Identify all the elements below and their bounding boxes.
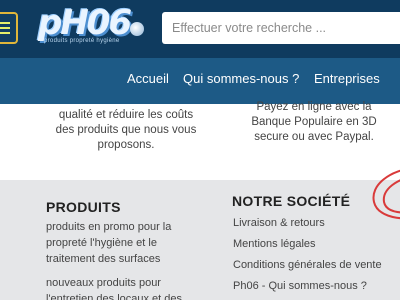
search-input[interactable] (172, 21, 400, 35)
menu-bar-icon (0, 22, 10, 24)
footer-text-line: produits en promo pour la (46, 221, 172, 233)
intro-left-text: qualité et réduire les coûts des produit… (40, 108, 212, 153)
footer-link-mentions-legales[interactable]: Mentions légales (233, 238, 316, 250)
intro-right-line: Banque Populaire en 3D (251, 116, 377, 128)
footer-heading-produits: PRODUITS (46, 199, 121, 215)
hamburger-menu-button[interactable] (0, 12, 18, 44)
intro-right-line: secure ou avec Paypal. (254, 131, 374, 143)
intro-left-line: des produits que nous vous (55, 124, 197, 136)
logo-bubble-icon (130, 22, 144, 36)
nav-item-entreprises[interactable]: Entreprises (314, 71, 380, 86)
footer-produits-promo-link[interactable]: produits en promo pour la propreté l'hyg… (46, 219, 216, 267)
menu-bar-icon (0, 32, 10, 34)
nav-item-qui-sommes-nous[interactable]: Qui sommes-nous ? (183, 71, 299, 86)
search-box[interactable] (162, 12, 400, 44)
site-logo[interactable]: pH06 produits propreté hygiène (38, 4, 148, 48)
footer-link-cgv[interactable]: Conditions générales de vente (233, 259, 382, 271)
intro-right-text: Payez en ligne avec la Banque Populaire … (236, 100, 392, 145)
logo-tagline: produits propreté hygiène (44, 38, 120, 44)
footer-link-livraison[interactable]: Livraison & retours (233, 217, 325, 229)
intro-right-line: Payez en ligne avec la (256, 101, 372, 113)
menu-bar-icon (0, 27, 10, 29)
footer-heading-notre-societe: NOTRE SOCIÉTÉ (232, 193, 351, 209)
nav-item-accueil[interactable]: Accueil (127, 71, 169, 86)
intro-left-line: proposons. (97, 139, 155, 151)
footer-text-line: traitement des surfaces (46, 253, 161, 265)
footer-link-qui-sommes-nous[interactable]: Ph06 - Qui sommes-nous ? (233, 280, 367, 292)
logo-text: pH06 (38, 3, 132, 43)
site-header: pH06 produits propreté hygiène (0, 0, 400, 58)
site-footer: PRODUITS produits en promo pour la propr… (0, 180, 400, 300)
footer-text-line: l'entretien des locaux et des (46, 293, 183, 300)
red-circles-decoration-icon (372, 169, 400, 220)
footer-text-line: nouveaux produits pour (46, 277, 161, 289)
intro-left-line: qualité et réduire les coûts (58, 109, 194, 121)
intro-section: qualité et réduire les coûts des produit… (0, 101, 400, 180)
footer-produits-nouveaux-link[interactable]: nouveaux produits pour l'entretien des l… (46, 275, 216, 300)
footer-text-line: propreté l'hygiène et le (46, 237, 157, 249)
main-navigation: Accueil Qui sommes-nous ? Entreprises (0, 58, 400, 104)
